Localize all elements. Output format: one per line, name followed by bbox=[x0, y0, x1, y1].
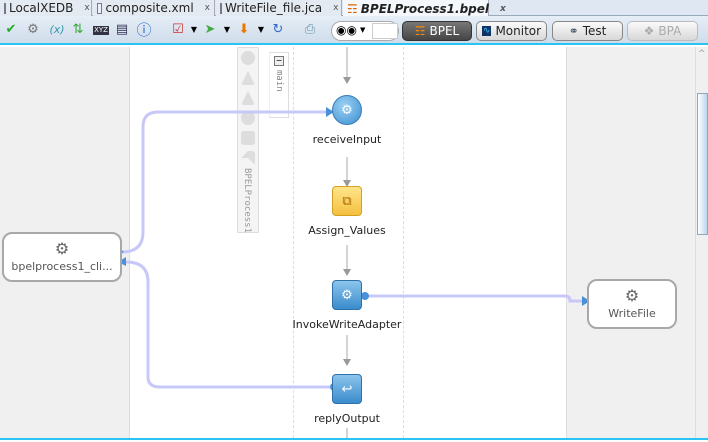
dropdown-icon[interactable]: ▼ bbox=[219, 22, 235, 38]
monitor-button[interactable]: ∿ Monitor bbox=[476, 21, 547, 41]
activity-label: receiveInput bbox=[312, 133, 382, 146]
tab-label: LocalXEDB bbox=[9, 1, 74, 15]
monitor-icon: ∿ bbox=[481, 26, 492, 36]
tab-bpelprocess1[interactable]: ☶ BPELProcess1.bpel x bbox=[343, 0, 506, 17]
reply-icon: ↩ bbox=[332, 374, 362, 404]
invoke-activity[interactable]: ⚙ InvokeWriteAdapter bbox=[287, 280, 407, 331]
bpa-button: ❖ BPA bbox=[627, 21, 698, 41]
deploy-icon[interactable]: ➤ bbox=[202, 22, 218, 38]
scroll-thumb[interactable] bbox=[697, 93, 708, 235]
dropdown-icon[interactable]: ▼ bbox=[186, 22, 202, 38]
tab-composite[interactable]: composite.xml x bbox=[93, 0, 215, 16]
arrow-icon bbox=[343, 359, 351, 366]
close-icon[interactable]: x bbox=[205, 3, 210, 13]
bpel-icon: ☶ bbox=[414, 24, 426, 38]
bpel-canvas[interactable]: BPELProcess1 − main ⚙ receiveInput ⧉ Assig… bbox=[0, 47, 695, 438]
close-icon[interactable]: x bbox=[333, 3, 338, 13]
gear-icon: ⚙ bbox=[624, 286, 640, 305]
button-label: Monitor bbox=[495, 24, 542, 38]
binoculars-icon: ◉◉ bbox=[336, 23, 357, 37]
client-service[interactable]: ⚙ bpelprocess1_cli... bbox=[2, 232, 122, 282]
button-label: BPEL bbox=[429, 24, 460, 38]
tab-localxedb[interactable]: LocalXEDB x bbox=[0, 0, 92, 16]
receive-activity[interactable]: ⚙ receiveInput bbox=[287, 95, 407, 146]
activity-label: replyOutput bbox=[314, 412, 380, 425]
writefile-reference[interactable]: ⚙ WriteFile bbox=[587, 279, 677, 329]
bpel-icon: ☶ bbox=[347, 1, 358, 16]
arrow-icon bbox=[343, 77, 351, 84]
validate-icon[interactable]: ✔ bbox=[3, 22, 19, 38]
search-input[interactable] bbox=[372, 23, 398, 39]
reply-activity[interactable]: ↩ replyOutput bbox=[287, 374, 407, 425]
toolbar: ✔ ⚙ (x) ⇅ XYZ ▤ ⓘ ☑ ▼ ➤ ▼ ⬇ ▼ ↻ ⎙ ◉◉ ▼ ☶… bbox=[0, 16, 708, 45]
gear-icon: ⚙ bbox=[54, 239, 70, 258]
xyz-icon[interactable]: XYZ bbox=[93, 26, 109, 35]
sync-icon[interactable]: ↻ bbox=[270, 22, 286, 38]
scroll-up-icon[interactable]: ^ bbox=[698, 49, 706, 59]
tab-label: WriteFile_file.jca bbox=[225, 1, 323, 15]
bottom-border bbox=[0, 438, 708, 442]
editor-tabs: LocalXEDB x composite.xml x WriteFile_file… bbox=[0, 0, 708, 17]
bpa-icon: ❖ bbox=[643, 24, 655, 38]
search-box[interactable]: ◉◉ ▼ bbox=[331, 21, 399, 41]
tab-label: composite.xml bbox=[105, 1, 194, 15]
checklist-icon[interactable]: ☑ bbox=[170, 22, 186, 38]
refresh-icon[interactable]: ⇅ bbox=[70, 22, 86, 38]
service-label: WriteFile bbox=[608, 307, 656, 320]
close-icon[interactable]: x bbox=[84, 3, 89, 13]
tab-label: BPELProcess1.bpel bbox=[360, 1, 490, 16]
tab-writefile-jca[interactable]: WriteFile_file.jca x bbox=[216, 0, 342, 16]
xslt-icon[interactable]: ▤ bbox=[114, 22, 130, 38]
settings-icon[interactable]: ⚙ bbox=[25, 22, 41, 38]
button-label: Test bbox=[582, 24, 607, 38]
activity-label: Assign_Values bbox=[308, 224, 386, 237]
composite-icon bbox=[97, 2, 103, 14]
bpel-mode-button[interactable]: ☶ BPEL bbox=[402, 21, 472, 41]
assign-activity[interactable]: ⧉ Assign_Values bbox=[287, 186, 407, 237]
install-icon[interactable]: ⬇ bbox=[236, 22, 252, 38]
assign-icon: ⧉ bbox=[332, 186, 362, 216]
print-icon[interactable]: ⎙ bbox=[302, 22, 318, 38]
invoke-icon: ⚙ bbox=[332, 280, 362, 310]
activity-label: InvokeWriteAdapter bbox=[292, 318, 402, 331]
dropdown-icon[interactable]: ▼ bbox=[253, 22, 269, 38]
button-label: BPA bbox=[658, 24, 682, 38]
database-icon bbox=[4, 2, 6, 14]
receive-icon: ⚙ bbox=[332, 95, 362, 125]
test-button[interactable]: ⚭ Test bbox=[552, 21, 623, 41]
variables-icon[interactable]: (x) bbox=[47, 22, 67, 38]
close-icon[interactable]: x bbox=[500, 4, 506, 14]
xml-file-icon bbox=[220, 2, 222, 14]
arrow-icon bbox=[343, 269, 351, 276]
service-label: bpelprocess1_cli... bbox=[11, 260, 113, 273]
vertical-scrollbar[interactable]: ^ bbox=[695, 47, 708, 438]
stethoscope-icon: ⚭ bbox=[568, 24, 579, 38]
dropdown-icon[interactable]: ▼ bbox=[360, 26, 365, 34]
info-icon[interactable]: ⓘ bbox=[136, 22, 152, 38]
